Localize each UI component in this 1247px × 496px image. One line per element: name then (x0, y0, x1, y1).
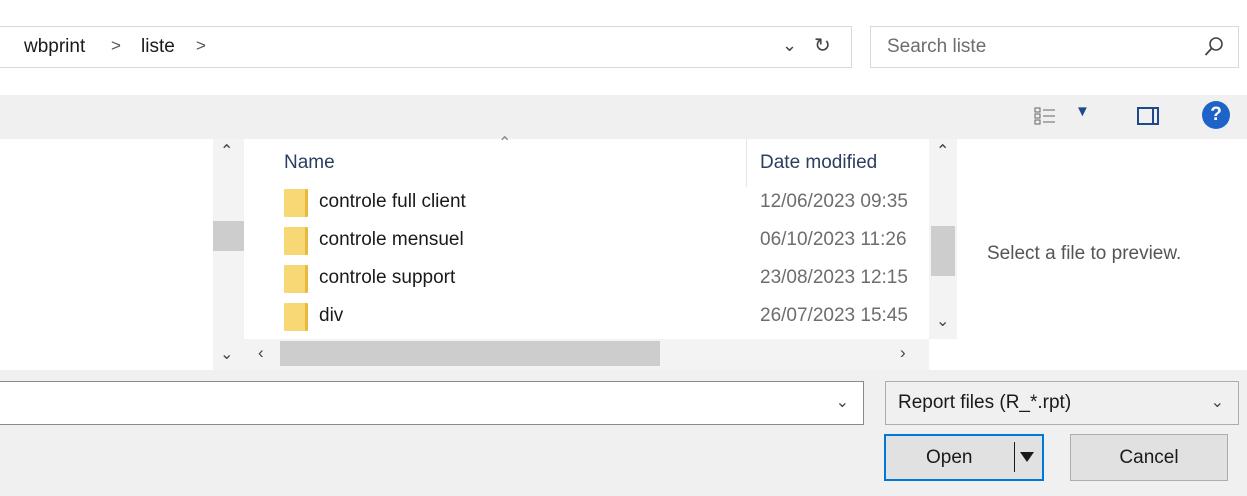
scrollbar-thumb[interactable] (280, 341, 660, 366)
open-button[interactable]: Open (884, 434, 1044, 481)
scroll-left-icon[interactable]: ‹ (258, 343, 264, 363)
table-row[interactable]: controle support 23/08/2023 12:15 (274, 261, 934, 299)
open-button-label[interactable]: Open (926, 447, 972, 469)
breadcrumb-liste[interactable]: liste (141, 36, 175, 58)
preview-pane-icon[interactable] (1137, 107, 1159, 125)
file-date: 23/08/2023 12:15 (760, 267, 908, 288)
file-name[interactable]: controle support (319, 267, 455, 289)
file-list: ⌃ Name Date modified controle full clien… (244, 135, 957, 370)
file-date: 12/06/2023 09:35 (760, 191, 908, 212)
file-type-value[interactable]: Report files (R_*.rpt) (898, 392, 1071, 414)
chevron-down-icon[interactable]: ⌄ (1211, 392, 1224, 412)
search-box[interactable]: Search liste (870, 26, 1239, 68)
folder-icon (284, 189, 308, 217)
refresh-icon[interactable]: ↻ (814, 33, 831, 58)
dropdown-arrow-icon[interactable] (1020, 452, 1034, 462)
preview-pane: Select a file to preview. (957, 139, 1247, 370)
chevron-down-icon[interactable]: ⌄ (782, 35, 797, 56)
file-date: 26/07/2023 15:45 (760, 305, 908, 326)
cancel-button[interactable]: Cancel (1070, 434, 1228, 481)
address-bar[interactable]: wbprint > liste > ⌄ ↻ (0, 26, 852, 68)
scroll-down-icon[interactable]: ⌄ (936, 311, 949, 331)
table-row[interactable]: controle mensuel 06/10/2023 11:26 (274, 223, 934, 261)
file-list-horizontal-scrollbar[interactable]: ‹ › (244, 339, 929, 370)
search-icon[interactable] (1204, 36, 1224, 58)
navigation-pane[interactable] (0, 139, 244, 370)
file-name[interactable]: controle mensuel (319, 229, 464, 251)
breadcrumb-separator[interactable]: > (111, 36, 121, 56)
file-name-input[interactable]: ⌄ (0, 381, 864, 425)
file-list-vertical-scrollbar[interactable]: ⌃ ⌄ (929, 139, 957, 339)
folder-icon (284, 265, 308, 293)
scroll-up-icon[interactable]: ⌃ (220, 141, 233, 161)
preview-message: Select a file to preview. (987, 243, 1182, 264)
folder-icon (284, 303, 308, 331)
folder-icon (284, 227, 308, 255)
cancel-button-label[interactable]: Cancel (1071, 447, 1227, 469)
column-header-date-modified[interactable]: Date modified (760, 152, 877, 174)
search-input[interactable]: Search liste (887, 36, 986, 58)
scrollbar-thumb[interactable] (213, 221, 244, 251)
split-divider (1014, 442, 1015, 472)
column-header-name[interactable]: Name (284, 152, 335, 174)
view-dropdown-icon[interactable]: ▼ (1075, 103, 1090, 120)
help-icon[interactable]: ? (1202, 101, 1230, 129)
scrollbar-thumb[interactable] (931, 226, 955, 276)
table-row[interactable]: controle full client 12/06/2023 09:35 (274, 185, 934, 223)
file-type-select[interactable]: Report files (R_*.rpt) ⌄ (885, 381, 1239, 425)
sort-ascending-icon: ⌃ (498, 135, 512, 152)
breadcrumb-separator[interactable]: > (196, 36, 206, 56)
breadcrumb-wbprint[interactable]: wbprint (24, 36, 85, 58)
nav-scrollbar[interactable]: ⌃ ⌄ (213, 139, 244, 370)
file-name[interactable]: div (319, 305, 343, 327)
scroll-down-icon[interactable]: ⌄ (220, 344, 233, 364)
chevron-down-icon[interactable]: ⌄ (836, 392, 849, 412)
table-row[interactable]: div 26/07/2023 15:45 (274, 299, 934, 337)
column-divider[interactable] (746, 139, 747, 187)
file-name[interactable]: controle full client (319, 191, 466, 213)
scroll-right-icon[interactable]: › (900, 343, 906, 363)
scroll-up-icon[interactable]: ⌃ (936, 141, 949, 161)
view-options-icon[interactable] (1034, 106, 1056, 126)
file-date: 06/10/2023 11:26 (760, 229, 907, 250)
toolbar: ▼ ? (0, 95, 1247, 139)
